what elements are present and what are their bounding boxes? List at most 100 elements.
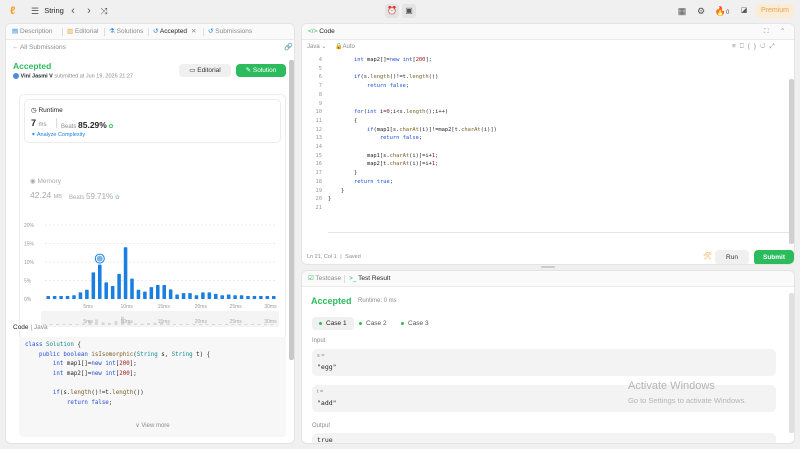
share-link-icon[interactable]: 🔗: [284, 43, 293, 51]
runtime-bar: [265, 296, 270, 299]
editorial-button[interactable]: ▭ Editorial: [179, 64, 231, 77]
brush-bar: [173, 324, 176, 325]
runtime-bar: [78, 292, 83, 299]
expand-icon[interactable]: ⛶: [764, 24, 769, 40]
solution-button[interactable]: ✎ Solution: [236, 64, 286, 77]
code-line[interactable]: 18 return true;: [302, 178, 782, 187]
case-3-tab[interactable]: Case 3: [394, 317, 436, 330]
code-line[interactable]: 9: [302, 100, 782, 109]
view-more-button[interactable]: ∨ View more: [19, 422, 286, 429]
premium-button[interactable]: Premium: [756, 4, 794, 18]
submit-button[interactable]: Submit: [754, 250, 794, 264]
tab-submissions[interactable]: ↺ Submissions: [208, 24, 252, 40]
memory-badge-icon: ✿: [114, 195, 120, 201]
tab-solutions[interactable]: ⚗ Solutions: [109, 24, 143, 40]
prev-problem-icon[interactable]: ‹: [68, 4, 78, 18]
layout-icon[interactable]: ▦: [677, 4, 687, 18]
brush-tick-label: 20ms: [195, 319, 208, 325]
runtime-bar: [72, 295, 76, 299]
code-line[interactable]: 20}: [302, 195, 782, 204]
code-line[interactable]: 19 }: [302, 187, 782, 196]
left-scrollbar[interactable]: [289, 60, 294, 360]
debug-icon[interactable]: 🛠: [703, 252, 712, 260]
code-line[interactable]: 10 for(int i=0;i<s.length();i++): [302, 108, 782, 117]
code-line[interactable]: 21: [302, 204, 782, 213]
line-number: 10: [315, 109, 323, 116]
tab-test-result[interactable]: >_ Test Result: [349, 271, 390, 287]
notes-icon[interactable]: ▣: [402, 4, 416, 18]
braces-icon[interactable]: {}: [748, 43, 760, 50]
x-tick-label: 25ms: [230, 304, 243, 310]
memory-label[interactable]: ◉ Memory: [30, 177, 61, 185]
code-line[interactable]: 17 }: [302, 169, 782, 178]
brush-bar: [257, 324, 261, 325]
problem-list-title[interactable]: String: [43, 4, 65, 18]
code-line[interactable]: 16 map2[t.charAt(i)]=i+1;: [302, 160, 782, 169]
line-content: }: [328, 187, 345, 194]
runtime-distribution-chart[interactable]: 20% 15% 10% 5% 0% 5ms 5ms 10ms 10ms 15ms 15ms 20ms 2…: [21, 213, 286, 343]
shuffle-icon[interactable]: ⤨: [99, 4, 109, 18]
tab-description[interactable]: ▤ Description: [12, 24, 52, 40]
leetcode-logo-icon[interactable]: ℓ: [10, 5, 20, 17]
code-tab[interactable]: </> Code: [308, 24, 335, 40]
analyze-complexity-link[interactable]: ✦ Analyze Complexity: [31, 132, 85, 138]
tab-editorial[interactable]: ▥ Editorial: [67, 24, 98, 40]
line-content: int map2[]=new int[200];: [353, 57, 432, 63]
code-line[interactable]: 7 return false;: [302, 82, 782, 91]
code-line[interactable]: 8: [302, 91, 782, 100]
runtime-bar: [156, 284, 160, 299]
submission-status: Accepted: [13, 61, 52, 71]
code-line[interactable]: 13 return false;: [302, 134, 782, 143]
edit-icon: ✎: [245, 67, 253, 74]
code-line[interactable]: 11 {: [302, 117, 782, 126]
next-problem-icon[interactable]: ›: [84, 4, 94, 18]
code-line[interactable]: 15 map1[s.charAt(i)]=i+1;: [302, 152, 782, 161]
problem-list-icon[interactable]: ☰: [30, 4, 40, 18]
runtime-bar: [168, 289, 173, 299]
timer-icon[interactable]: ⏰: [385, 4, 399, 18]
activate-windows-subtitle: Go to Settings to activate Windows.: [628, 396, 747, 405]
code-line[interactable]: 12 if(map1[s.charAt(i)]!=map2[t.charAt(i…: [302, 126, 782, 135]
auto-mode[interactable]: 🔒Auto: [335, 43, 355, 50]
brush-bar: [186, 324, 189, 325]
terminal-icon: >_: [349, 275, 359, 282]
resize-handle[interactable]: [541, 266, 555, 268]
tab-testcase[interactable]: ☑ Testcase: [308, 271, 341, 287]
format-icon[interactable]: ≡: [732, 43, 740, 50]
chevron-up-icon[interactable]: ⌃: [780, 24, 785, 40]
code-line[interactable]: 14: [302, 143, 782, 152]
bookmark-icon[interactable]: ⎕: [740, 43, 748, 50]
editor-scrollbar[interactable]: [789, 79, 794, 244]
code-line[interactable]: 4 int map2[]=new int[200];: [302, 56, 782, 65]
line-number: 20: [315, 196, 323, 203]
brush-bar: [114, 320, 118, 325]
code-line[interactable]: 6 if(s.length()!=t.length()): [302, 73, 782, 82]
language-select[interactable]: Java ⌄: [307, 43, 326, 50]
streak-fire-icon[interactable]: 🔥0: [713, 4, 731, 18]
run-button[interactable]: Run: [715, 250, 749, 264]
runtime-card[interactable]: ◷ Runtime 7 ms Beats 85.29% ✿ ✦ Analyze …: [24, 99, 281, 143]
case-2-tab[interactable]: Case 2: [352, 317, 394, 330]
result-scrollbar[interactable]: [789, 293, 794, 433]
runtime-bar: [246, 296, 250, 299]
runtime-bar: [52, 296, 57, 299]
close-tab-icon[interactable]: ✕: [191, 28, 196, 35]
avatar[interactable]: ◪: [739, 4, 749, 18]
tab-accepted[interactable]: ↺ Accepted ✕: [153, 24, 196, 40]
brush-bar: [147, 323, 150, 325]
runtime-bar: [59, 296, 63, 299]
input-s-field[interactable]: s = "egg": [312, 349, 776, 376]
author-name[interactable]: Vini Jasmi V: [21, 73, 53, 79]
case-1-tab[interactable]: Case 1: [312, 317, 354, 330]
reset-icon[interactable]: ↺: [760, 43, 769, 50]
performance-card: ◷ Runtime 7 ms Beats 85.29% ✿ ✦ Analyze …: [19, 94, 286, 340]
code-line[interactable]: 5: [302, 65, 782, 74]
settings-gear-icon[interactable]: ⚙: [696, 4, 706, 18]
back-link[interactable]: ← All Submissions: [12, 43, 66, 52]
brush-bar: [218, 324, 222, 325]
submission-meta: Vini Jasmi V submitted at Jun 19, 2026 2…: [13, 73, 133, 79]
runtime-bar: [98, 264, 102, 299]
line-number: 14: [315, 144, 323, 150]
fullscreen-icon[interactable]: ⤢: [770, 43, 779, 50]
runtime-bar: [259, 296, 263, 299]
